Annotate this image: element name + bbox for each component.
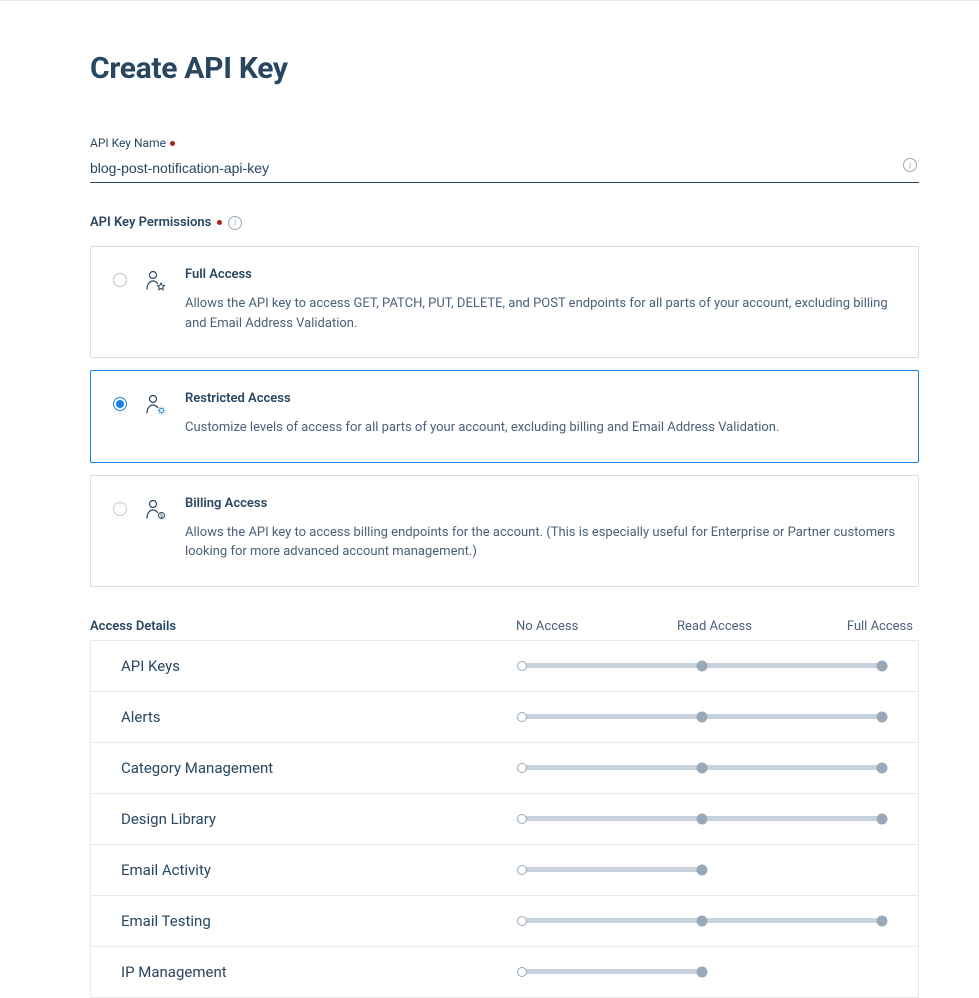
permission-option-restricted[interactable]: Restricted Access Customize levels of acc… [90,370,919,463]
slider-stop-none[interactable] [517,712,527,722]
info-icon[interactable]: i [228,216,242,230]
api-key-name-label: API Key Name [90,136,919,150]
slider-stop-full[interactable] [877,915,888,926]
person-dollar-icon: $ [145,498,167,522]
radio-full[interactable] [113,273,127,287]
option-title: Billing Access [185,496,896,511]
access-slider[interactable] [516,966,888,978]
slider-stop-full[interactable] [877,711,888,722]
person-gear-icon [145,393,167,417]
access-slider[interactable] [516,762,888,774]
access-details-heading: Access Details [90,619,510,634]
option-title: Restricted Access [185,391,896,406]
person-star-icon [145,269,167,293]
access-item-name: Email Activity [121,861,516,879]
access-row: IP Management [91,947,918,998]
slider-stop-full[interactable] [877,813,888,824]
slider-stop-none[interactable] [517,661,527,671]
slider-stop-none[interactable] [517,865,527,875]
access-row: Category Management [91,743,918,794]
access-slider[interactable] [516,813,888,825]
slider-stop-read[interactable] [697,711,708,722]
slider-stop-read[interactable] [697,915,708,926]
access-slider[interactable] [516,660,888,672]
slider-stop-read[interactable] [697,966,708,977]
radio-restricted[interactable] [113,397,127,411]
slider-stop-none[interactable] [517,916,527,926]
access-row: Alerts [91,692,918,743]
access-row: Design Library [91,794,918,845]
slider-stop-read[interactable] [697,864,708,875]
permission-option-full[interactable]: Full Access Allows the API key to access … [90,246,919,358]
col-full-access: Full Access [784,619,919,634]
access-slider[interactable] [516,711,888,723]
slider-stop-read[interactable] [697,762,708,773]
slider-track [522,969,706,974]
api-key-permissions-label: API Key Permissions [90,215,211,230]
slider-stop-full[interactable] [877,660,888,671]
access-item-name: IP Management [121,963,516,981]
access-row: Email Testing [91,896,918,947]
access-item-name: Alerts [121,708,516,726]
access-item-name: API Keys [121,657,516,675]
access-row: Email Activity [91,845,918,896]
access-item-name: Email Testing [121,912,516,930]
access-slider[interactable] [516,915,888,927]
access-row: API Keys [91,641,918,692]
slider-stop-none[interactable] [517,814,527,824]
option-title: Full Access [185,267,896,282]
svg-text:$: $ [160,513,163,519]
slider-stop-full[interactable] [877,762,888,773]
info-icon[interactable]: i [903,158,917,172]
slider-stop-read[interactable] [697,660,708,671]
option-description: Allows the API key to access GET, PATCH,… [185,294,896,333]
col-no-access: No Access [510,619,645,634]
slider-stop-none[interactable] [517,967,527,977]
option-description: Allows the API key to access billing end… [185,523,896,562]
required-indicator-icon [217,220,222,225]
access-slider[interactable] [516,864,888,876]
api-key-name-label-text: API Key Name [90,136,166,150]
radio-billing[interactable] [113,502,127,516]
access-item-name: Design Library [121,810,516,828]
option-description: Customize levels of access for all parts… [185,418,896,438]
slider-stop-none[interactable] [517,763,527,773]
permission-option-billing[interactable]: $ Billing Access Allows the API key to acc… [90,475,919,587]
page-title: Create API Key [90,51,919,86]
required-indicator-icon [170,141,175,146]
access-columns-header: No Access Read Access Full Access [510,619,919,634]
slider-track [522,867,706,872]
api-key-name-input[interactable] [90,156,919,183]
col-read-access: Read Access [645,619,784,634]
slider-stop-read[interactable] [697,813,708,824]
access-item-name: Category Management [121,759,516,777]
